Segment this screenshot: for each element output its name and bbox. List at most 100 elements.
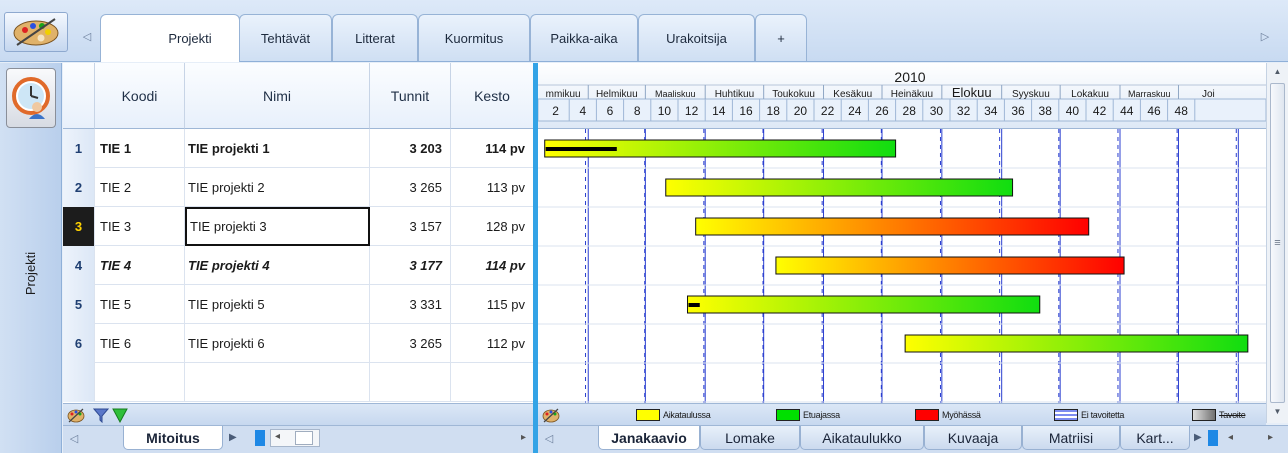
cell-kesto[interactable]: 113 pv xyxy=(451,168,533,207)
week-label: 14 xyxy=(712,104,726,118)
table-row[interactable]: 6 TIE 6 TIE projekti 6 3 265 112 pv xyxy=(63,324,533,363)
row-number[interactable]: 6 xyxy=(63,324,95,363)
tab-matriisi[interactable]: Matriisi xyxy=(1022,426,1120,450)
arrow-left-icon[interactable]: ◂ xyxy=(275,431,280,442)
cell-nimi[interactable]: TIE projekti 5 xyxy=(185,285,370,324)
tab-janakaavio[interactable]: Janakaavio xyxy=(598,426,700,450)
table-row[interactable]: 4 TIE 4 TIE projekti 4 3 177 114 pv xyxy=(63,246,533,285)
left-bottom-tabbar: ◁ Mitoitus ▶ ◂ ▸ xyxy=(63,425,533,453)
cell-kesto[interactable]: 114 pv xyxy=(451,246,533,285)
cell-kesto[interactable]: 115 pv xyxy=(451,285,533,324)
cell-kesto[interactable]: 114 pv xyxy=(451,129,533,168)
row-number[interactable]: 5 xyxy=(63,285,95,324)
scroll-down-icon[interactable]: ▼ xyxy=(1267,403,1288,421)
cell-tunnit[interactable]: 3 265 xyxy=(370,324,451,363)
cell-koodi[interactable]: TIE 1 xyxy=(95,129,185,168)
app-logo[interactable] xyxy=(4,12,68,52)
gantt-svg: 2010mmikuu Helmikuu Maaliskuu Huhtikuu Touko… xyxy=(538,63,1266,403)
cell-koodi[interactable]: TIE 2 xyxy=(95,168,185,207)
project-grid: Koodi Nimi Tunnit Kesto 1 TIE 1 TIE proj… xyxy=(63,63,533,403)
cell-nimi[interactable] xyxy=(185,363,370,402)
tab-tehtavat[interactable]: Tehtävät xyxy=(239,14,332,61)
gantt-bar[interactable] xyxy=(904,334,1249,353)
cell-tunnit[interactable] xyxy=(370,363,451,402)
table-row[interactable]: 1 TIE 1 TIE projekti 1 3 203 114 pv xyxy=(63,129,533,168)
cell-kesto[interactable]: 128 pv xyxy=(451,207,533,246)
filter-green-icon[interactable] xyxy=(112,407,128,423)
column-header-kesto[interactable]: Kesto xyxy=(451,63,533,129)
vertical-scrollbar[interactable]: ▲ ≡ ▼ xyxy=(1266,63,1288,423)
palette-icon[interactable] xyxy=(66,406,86,424)
row-number[interactable] xyxy=(63,363,95,402)
scroll-thumb[interactable]: ≡ xyxy=(1270,83,1285,403)
cell-tunnit[interactable]: 3 177 xyxy=(370,246,451,285)
scroll-thumb[interactable] xyxy=(295,431,313,445)
cell-tunnit[interactable]: 3 157 xyxy=(370,207,451,246)
row-number[interactable]: 3 xyxy=(63,207,95,246)
splitter-handle[interactable] xyxy=(1208,430,1218,446)
legend-ei-tavoitetta: Ei tavoitetta xyxy=(1054,407,1124,423)
tabs-next-icon[interactable]: ▶ xyxy=(1194,432,1202,443)
table-row[interactable]: 5 TIE 5 TIE projekti 5 3 331 115 pv xyxy=(63,285,533,324)
cell-tunnit[interactable]: 3 265 xyxy=(370,168,451,207)
cell-nimi[interactable]: TIE projekti 6 xyxy=(185,324,370,363)
view-selector-button[interactable] xyxy=(6,68,56,128)
column-header-koodi[interactable]: Koodi xyxy=(95,63,185,129)
week-label: 8 xyxy=(634,104,641,118)
cell-nimi-active[interactable]: TIE projekti 3 xyxy=(185,207,370,246)
arrow-right-icon[interactable]: ▸ xyxy=(1268,432,1273,443)
arrow-left-icon[interactable]: ◁ xyxy=(542,432,556,446)
tab-urakoitsija[interactable]: Urakoitsija xyxy=(638,14,755,61)
cell-koodi[interactable]: TIE 3 xyxy=(95,207,185,246)
cell-koodi[interactable]: TIE 4 xyxy=(95,246,185,285)
cell-tunnit[interactable]: 3 203 xyxy=(370,129,451,168)
tab-aikataulukko[interactable]: Aikataulukko xyxy=(800,426,924,450)
gantt-legend: Aikataulussa Etuajassa Myöhässä Ei tavoi… xyxy=(538,403,1266,425)
cell-nimi[interactable]: TIE projekti 4 xyxy=(185,246,370,285)
cell-koodi[interactable]: TIE 6 xyxy=(95,324,185,363)
cell-kesto[interactable] xyxy=(451,363,533,402)
horizontal-scrollbar[interactable]: ◂ xyxy=(270,429,320,447)
tab-litterat[interactable]: Litterat xyxy=(332,14,418,61)
tabs-next-icon[interactable]: ▶ xyxy=(229,432,237,443)
table-row[interactable]: 2 TIE 2 TIE projekti 2 3 265 113 pv xyxy=(63,168,533,207)
gantt-bar[interactable] xyxy=(687,295,1041,314)
week-label: 6 xyxy=(607,104,614,118)
month-label: Helmikuu xyxy=(596,89,638,100)
cell-koodi[interactable]: TIE 5 xyxy=(95,285,185,324)
arrow-left-icon[interactable]: ◂ xyxy=(1228,432,1233,443)
tab-lomake[interactable]: Lomake xyxy=(700,426,800,450)
tabs-scroll-right-icon[interactable]: ▷ xyxy=(1258,30,1272,44)
tab-mitoitus[interactable]: Mitoitus xyxy=(123,426,223,450)
palette-icon[interactable] xyxy=(541,406,561,424)
month-label: mmikuu xyxy=(546,89,581,100)
tab-paikka-aika[interactable]: Paikka-aika xyxy=(530,14,638,61)
row-number[interactable]: 2 xyxy=(63,168,95,207)
table-row-selected[interactable]: 3 TIE 3 TIE projekti 3 3 157 128 pv xyxy=(63,207,533,246)
scroll-up-icon[interactable]: ▲ xyxy=(1267,63,1288,81)
gantt-bar[interactable] xyxy=(665,178,1014,197)
tab-kuvaaja[interactable]: Kuvaaja xyxy=(924,426,1022,450)
tab-kuormitus[interactable]: Kuormitus xyxy=(418,14,530,61)
tab-projekti[interactable]: Projekti xyxy=(100,14,240,62)
row-number[interactable]: 1 xyxy=(63,129,95,168)
column-header-tunnit[interactable]: Tunnit xyxy=(370,63,451,129)
cell-koodi[interactable] xyxy=(95,363,185,402)
column-header-nimi[interactable]: Nimi xyxy=(185,63,370,129)
cell-kesto[interactable]: 112 pv xyxy=(451,324,533,363)
add-tab-button[interactable]: + xyxy=(755,14,807,61)
gantt-bar[interactable] xyxy=(695,217,1090,236)
cell-nimi[interactable]: TIE projekti 1 xyxy=(185,129,370,168)
gantt-bar[interactable] xyxy=(775,256,1125,275)
week-label: 18 xyxy=(767,104,781,118)
arrow-left-icon[interactable]: ◁ xyxy=(67,432,81,446)
tab-kartta[interactable]: Kart... xyxy=(1120,426,1190,450)
table-row-empty[interactable] xyxy=(63,363,533,402)
cell-nimi[interactable]: TIE projekti 2 xyxy=(185,168,370,207)
filter-icon[interactable] xyxy=(93,407,109,423)
splitter-handle[interactable] xyxy=(255,430,265,446)
arrow-right-icon[interactable]: ▸ xyxy=(521,432,526,443)
cell-tunnit[interactable]: 3 331 xyxy=(370,285,451,324)
tabs-scroll-left-icon[interactable]: ◁ xyxy=(80,30,94,44)
row-number[interactable]: 4 xyxy=(63,246,95,285)
